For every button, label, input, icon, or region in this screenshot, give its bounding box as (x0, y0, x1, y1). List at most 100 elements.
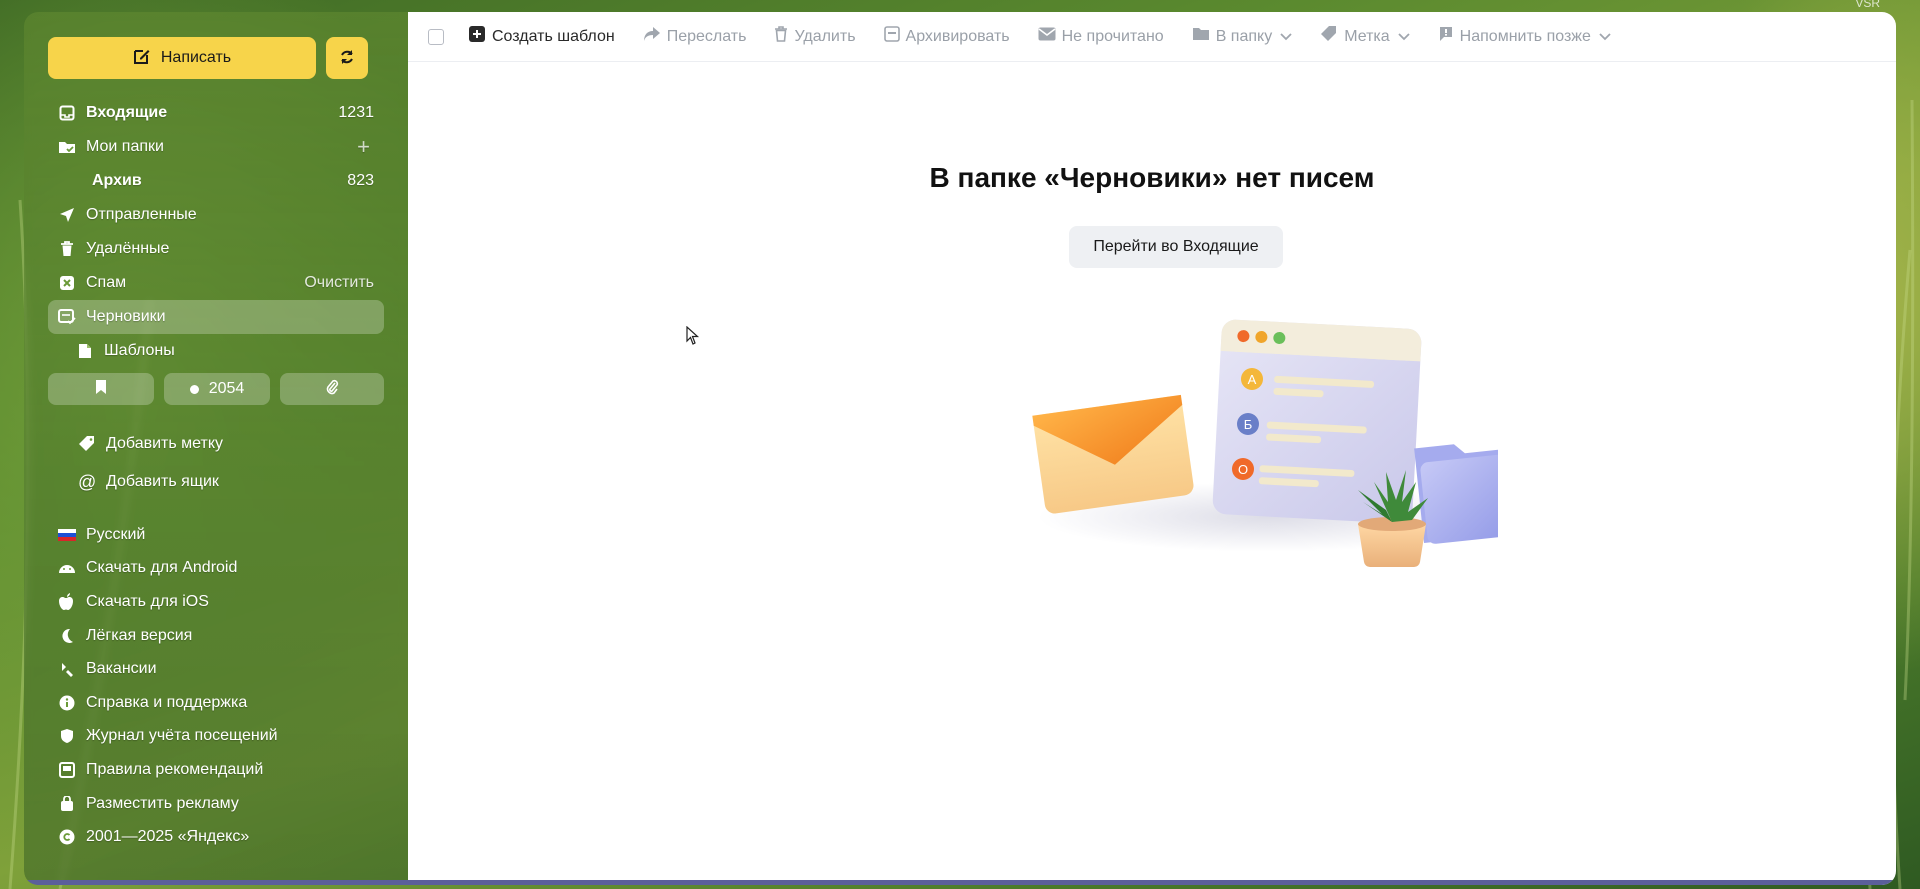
select-all-checkbox[interactable] (428, 28, 444, 45)
footer-label: Русский (86, 525, 146, 543)
copyright-icon (58, 828, 76, 846)
envelope-icon (1038, 27, 1056, 46)
reminder-icon (1438, 26, 1454, 47)
attachment-filter[interactable] (280, 373, 384, 405)
bookmark-filter[interactable] (48, 373, 154, 405)
template-icon (76, 342, 94, 360)
ad-bag-icon (58, 795, 76, 813)
footer-label: 2001—2025 «Яндекс» (86, 828, 250, 846)
envelope-graphic (1032, 394, 1194, 514)
folder-spam[interactable]: Спам Очистить (48, 266, 384, 300)
delete-button[interactable]: Удалить (774, 26, 856, 47)
footer-links: Русский Скачать для Android Скачать для … (48, 518, 384, 854)
paperclip-icon (325, 379, 339, 400)
create-template-button[interactable]: Создать шаблон (468, 25, 615, 48)
add-label-text: Добавить метку (106, 435, 224, 452)
copyright-link[interactable]: 2001—2025 «Яндекс» (48, 820, 384, 854)
compose-button[interactable]: Написать (48, 37, 316, 79)
android-icon (58, 559, 76, 577)
russia-flag-icon (58, 526, 76, 544)
compose-label: Написать (160, 49, 232, 66)
corner-label: VSR (1855, 0, 1880, 10)
empty-folder-title: В папке «Черновики» нет писем (929, 162, 1375, 193)
folder-sent[interactable]: Отправленные (48, 198, 384, 232)
folder-label: Спам (86, 274, 127, 291)
folder-label: Мои папки (86, 138, 164, 155)
folder-archive[interactable]: Архив 823 (48, 164, 384, 198)
bookmark-icon (95, 379, 107, 400)
footer-label: Скачать для iOS (86, 592, 209, 610)
ios-link[interactable]: Скачать для iOS (48, 585, 384, 619)
folder-trash[interactable]: Удалённые (48, 232, 384, 266)
folder-count: 1231 (338, 104, 374, 121)
help-link[interactable]: Справка и поддержка (48, 686, 384, 720)
add-mailbox-text: Добавить ящик (106, 473, 219, 490)
refresh-button[interactable] (326, 37, 368, 79)
create-template-label: Создать шаблон (492, 27, 615, 45)
mouse-cursor-icon (686, 326, 700, 345)
add-folder-icon[interactable]: + (357, 134, 370, 160)
chevron-down-icon (1599, 28, 1611, 46)
compose-icon (133, 47, 151, 70)
archive-icon (883, 26, 900, 47)
avatar-letter: A (1248, 372, 1257, 387)
bottom-strip (24, 880, 1896, 885)
moon-icon (58, 627, 76, 645)
folder-label: Отправленные (86, 206, 197, 223)
tag-icon (1320, 25, 1338, 48)
folder-my-folders[interactable]: Мои папки + (48, 130, 384, 164)
android-link[interactable]: Скачать для Android (48, 552, 384, 586)
unread-filter[interactable]: 2054 (164, 373, 270, 405)
footer-label: Журнал учёта посещений (86, 727, 278, 745)
rules-icon (58, 761, 76, 779)
unread-count: 2054 (208, 380, 245, 397)
footer-label: Разместить рекламу (86, 794, 239, 812)
label-label: Метка (1344, 27, 1390, 45)
footer-label: Лёгкая версия (86, 626, 193, 644)
advertise-link[interactable]: Разместить рекламу (48, 787, 384, 821)
main-content: Создать шаблон Переслать Удалить Архивир… (408, 12, 1896, 885)
quick-filters: 2054 (48, 373, 384, 405)
folder-templates[interactable]: Шаблоны (48, 334, 384, 368)
add-mailbox-link[interactable]: @ Добавить ящик (78, 466, 378, 498)
shield-icon (58, 727, 76, 745)
folder-label: Черновики (86, 308, 166, 325)
forward-icon (643, 26, 661, 47)
move-to-folder-label: В папку (1215, 27, 1273, 45)
tag-icon (78, 435, 98, 453)
move-to-folder-button[interactable]: В папку (1192, 27, 1293, 46)
folder-icon (1192, 27, 1210, 46)
folder-drafts[interactable]: Черновики (48, 300, 384, 334)
unread-dot-icon (189, 384, 199, 394)
remind-later-label: Напомнить позже (1459, 27, 1591, 45)
recommendations-rules-link[interactable]: Правила рекомендаций (48, 753, 384, 787)
trash-icon (58, 240, 76, 258)
delete-label: Удалить (794, 27, 856, 45)
archive-label: Архивировать (905, 27, 1010, 45)
avatar-letter: Б (1244, 417, 1253, 432)
folder-label: Архив (92, 172, 142, 189)
trash-icon (774, 26, 788, 47)
archive-button[interactable]: Архивировать (883, 26, 1010, 47)
drafts-icon (58, 308, 76, 326)
folder-inbox[interactable]: Входящие 1231 (48, 96, 384, 130)
chevron-down-icon (1398, 28, 1410, 46)
jobs-link[interactable]: Вакансии (48, 652, 384, 686)
label-button[interactable]: Метка (1320, 25, 1410, 48)
goto-inbox-button[interactable]: Перейти во Входящие (1069, 226, 1283, 268)
visit-log-link[interactable]: Журнал учёта посещений (48, 720, 384, 754)
folder-label: Шаблоны (104, 342, 175, 359)
toolbar: Создать шаблон Переслать Удалить Архивир… (408, 12, 1896, 62)
clean-spam-link[interactable]: Очистить (304, 274, 374, 292)
job-icon (58, 660, 76, 678)
folder-list: Входящие 1231 Мои папки + Архив 823 Отпр… (48, 96, 384, 368)
chevron-down-icon (1280, 28, 1292, 46)
empty-drafts-illustration: A Б О (1032, 319, 1498, 568)
add-label-link[interactable]: Добавить метку (78, 428, 378, 460)
language-link[interactable]: Русский (48, 518, 384, 552)
forward-button[interactable]: Переслать (643, 26, 746, 47)
mark-unread-button[interactable]: Не прочитано (1038, 27, 1164, 46)
remind-later-button[interactable]: Напомнить позже (1438, 26, 1611, 47)
sidebar: Написать Входящие 1231 Мои папки + Архив… (24, 12, 408, 885)
lite-version-link[interactable]: Лёгкая версия (48, 619, 384, 653)
